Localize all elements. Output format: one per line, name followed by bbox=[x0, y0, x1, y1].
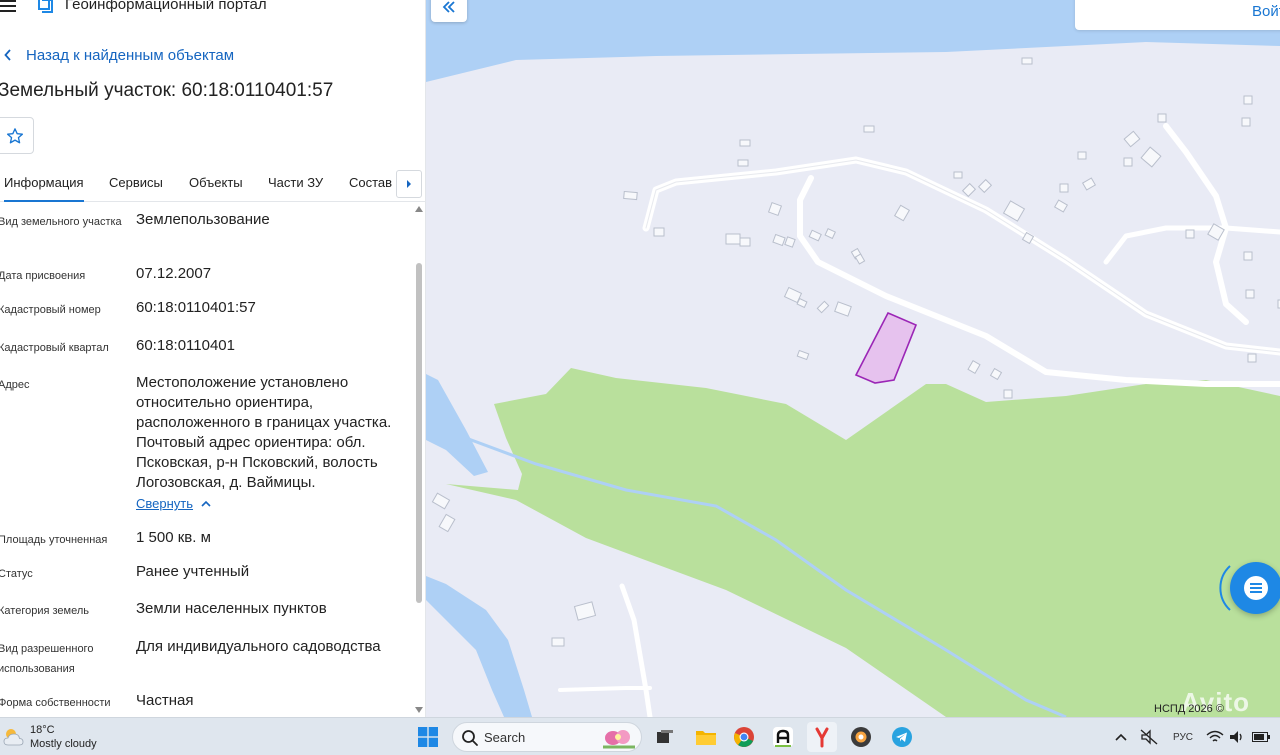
chevron-left-icon bbox=[0, 45, 26, 65]
volume-icon bbox=[1230, 731, 1242, 743]
telegram-icon bbox=[892, 727, 912, 747]
cloud-sun-icon bbox=[3, 729, 24, 746]
info-label: Адрес bbox=[0, 379, 30, 391]
favorite-button[interactable] bbox=[0, 117, 34, 154]
scrollbar-thumb[interactable] bbox=[416, 263, 422, 603]
info-label: Площадь уточненная bbox=[0, 534, 108, 546]
folder-icon bbox=[696, 731, 716, 745]
battery-icon bbox=[1252, 732, 1270, 742]
info-label: Дата присвоения bbox=[0, 270, 86, 282]
map-view[interactable]: Войти Avito НСПД 2026 © bbox=[426, 0, 1280, 717]
info-label: Вид земельного участка bbox=[0, 216, 122, 228]
windows-logo-icon bbox=[418, 727, 438, 747]
portal-header: Геоинформационный портал bbox=[0, 0, 425, 16]
info-label: Кадастровый номер bbox=[0, 304, 101, 316]
info-label: Статус bbox=[0, 568, 33, 580]
info-value: Ранее учтенный bbox=[136, 563, 250, 580]
chat-icon bbox=[1244, 576, 1268, 600]
camera-app-button[interactable] bbox=[846, 722, 876, 752]
info-value: Частная bbox=[136, 692, 194, 709]
caret-right-icon bbox=[407, 180, 411, 188]
volume-button[interactable] bbox=[1228, 728, 1246, 746]
no-sound-icon bbox=[1140, 729, 1158, 745]
task-view-icon bbox=[657, 730, 673, 743]
info-label: Форма собственности bbox=[0, 697, 111, 709]
weather-temperature: 18°C bbox=[30, 724, 55, 736]
object-title: Земельный участок: 60:18:0110401:57 bbox=[0, 80, 334, 101]
taskbar: 18°C Mostly cloudy Search РУС bbox=[0, 717, 1280, 755]
forest-area bbox=[446, 368, 1280, 717]
info-label: Вид разрешенного использования bbox=[0, 643, 94, 675]
camera-icon bbox=[851, 727, 871, 747]
weather-widget[interactable]: 18°C Mostly cloudy bbox=[2, 722, 112, 752]
chrome-button[interactable] bbox=[729, 722, 759, 752]
info-scrollbar[interactable] bbox=[413, 203, 425, 717]
info-list: Вид земельного участка Землепользование … bbox=[0, 202, 412, 717]
tab-bar: Информация Сервисы Объекты Части ЗУ Сост… bbox=[0, 168, 425, 202]
info-value: Землепользование bbox=[136, 211, 270, 228]
star-icon bbox=[6, 127, 24, 143]
scroll-down-arrow-icon[interactable] bbox=[415, 706, 423, 714]
wifi-icon bbox=[1206, 730, 1224, 742]
back-to-results-link[interactable]: Назад к найденным объектам bbox=[0, 45, 234, 65]
a-app-icon bbox=[773, 727, 793, 747]
map-credit: НСПД 2026 © bbox=[1154, 703, 1224, 715]
info-value: 1 500 кв. м bbox=[136, 529, 211, 546]
collapse-panel-button[interactable] bbox=[431, 0, 467, 22]
info-label: Кадастровый квартал bbox=[0, 342, 109, 354]
water-area bbox=[426, 576, 532, 717]
start-button[interactable] bbox=[413, 722, 443, 752]
info-value: 07.12.2007 bbox=[136, 265, 212, 282]
tray-overflow-button[interactable] bbox=[1112, 728, 1130, 746]
weather-description: Mostly cloudy bbox=[30, 738, 97, 750]
tabs-scroll-right-button[interactable] bbox=[396, 170, 422, 198]
back-link-label: Назад к найденным объектам bbox=[26, 46, 235, 64]
water-area bbox=[426, 374, 488, 476]
portal-logo-icon bbox=[38, 0, 53, 13]
collapse-label: Свернуть bbox=[136, 496, 194, 511]
chevron-up-icon bbox=[201, 500, 211, 507]
taskbar-search[interactable]: Search bbox=[452, 722, 642, 752]
input-language[interactable]: РУС bbox=[1173, 732, 1193, 743]
collapse-address-link[interactable]: Свернуть bbox=[136, 496, 211, 511]
mute-status-button[interactable] bbox=[1140, 728, 1158, 746]
battery-button[interactable] bbox=[1252, 728, 1270, 746]
chat-button[interactable] bbox=[1230, 562, 1280, 614]
info-value: 60:18:0110401:57 bbox=[136, 299, 256, 316]
tab-composition[interactable]: Состав bbox=[349, 168, 392, 202]
chevron-up-icon bbox=[1115, 733, 1127, 741]
double-chevron-left-icon bbox=[442, 1, 455, 13]
telegram-button[interactable] bbox=[887, 722, 917, 752]
search-placeholder: Search bbox=[484, 730, 526, 745]
tab-parts[interactable]: Части ЗУ bbox=[268, 168, 323, 202]
task-view-button[interactable] bbox=[650, 722, 680, 752]
tab-services[interactable]: Сервисы bbox=[109, 168, 163, 202]
selected-parcel bbox=[854, 311, 918, 384]
info-label: Категория земель bbox=[0, 605, 89, 617]
tab-info[interactable]: Информация bbox=[4, 168, 84, 202]
map-canvas[interactable] bbox=[426, 0, 1280, 717]
info-value: Местоположение установлено относительно … bbox=[136, 374, 392, 491]
info-value: Для индивидуального садоводства bbox=[136, 638, 381, 655]
hamburger-menu-icon[interactable] bbox=[0, 0, 16, 12]
info-panel: Геоинформационный портал Назад к найденн… bbox=[0, 0, 426, 717]
chrome-icon bbox=[734, 727, 754, 747]
scroll-up-arrow-icon[interactable] bbox=[415, 205, 423, 213]
yandex-browser-button[interactable] bbox=[807, 722, 837, 752]
portal-title: Геоинформационный портал bbox=[65, 0, 267, 13]
info-value: Земли населенных пунктов bbox=[136, 600, 327, 617]
login-panel bbox=[1075, 0, 1280, 30]
app-a-button[interactable] bbox=[768, 722, 798, 752]
info-value: 60:18:0110401 bbox=[136, 337, 235, 354]
flower-decoration-icon bbox=[603, 730, 635, 749]
file-explorer-button[interactable] bbox=[691, 722, 721, 752]
search-icon bbox=[462, 730, 478, 746]
yandex-icon bbox=[815, 727, 829, 748]
login-link[interactable]: Войти bbox=[1252, 3, 1280, 20]
wifi-button[interactable] bbox=[1206, 728, 1224, 746]
tab-objects[interactable]: Объекты bbox=[189, 168, 243, 202]
